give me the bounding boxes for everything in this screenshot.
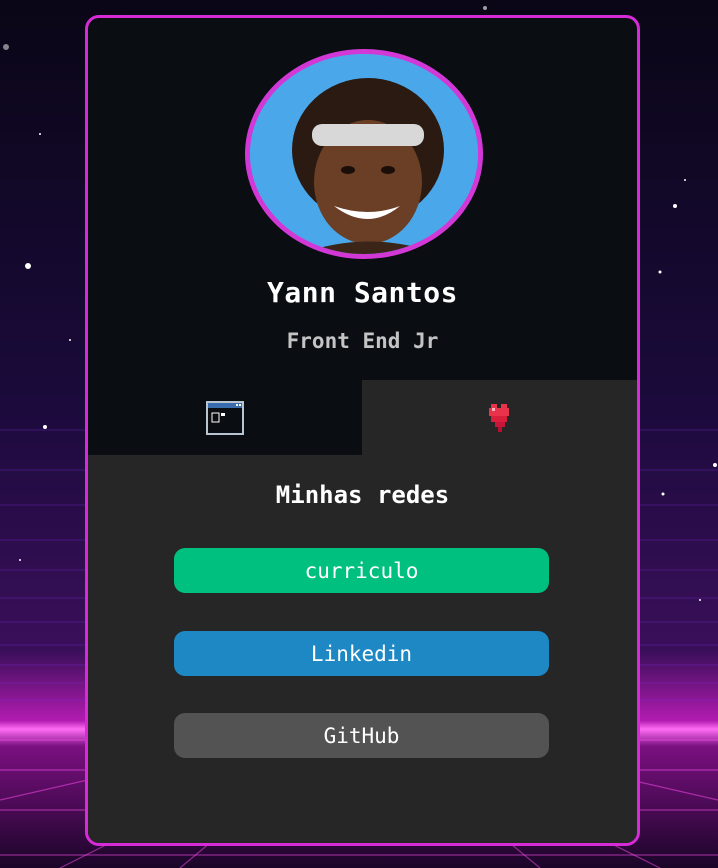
window-icon bbox=[206, 400, 244, 435]
tab-bar bbox=[88, 380, 637, 455]
avatar-photo-icon bbox=[250, 54, 478, 254]
profile-header: Yann Santos Front End Jr bbox=[88, 18, 637, 380]
social-links-panel: Minhas redes curriculo Linkedin GitHub bbox=[88, 455, 637, 843]
profile-name: Yann Santos bbox=[267, 276, 458, 309]
avatar bbox=[245, 49, 483, 259]
tab-projects[interactable] bbox=[88, 380, 362, 455]
heart-icon bbox=[488, 403, 509, 432]
profile-card: Yann Santos Front End Jr Minhas redes cu… bbox=[85, 15, 640, 846]
github-button[interactable]: GitHub bbox=[174, 713, 549, 758]
profile-role: Front End Jr bbox=[286, 329, 439, 353]
panel-title: Minhas redes bbox=[275, 481, 450, 509]
tab-networks[interactable] bbox=[362, 380, 637, 455]
curriculo-button[interactable]: curriculo bbox=[174, 548, 549, 593]
linkedin-button[interactable]: Linkedin bbox=[174, 631, 549, 676]
